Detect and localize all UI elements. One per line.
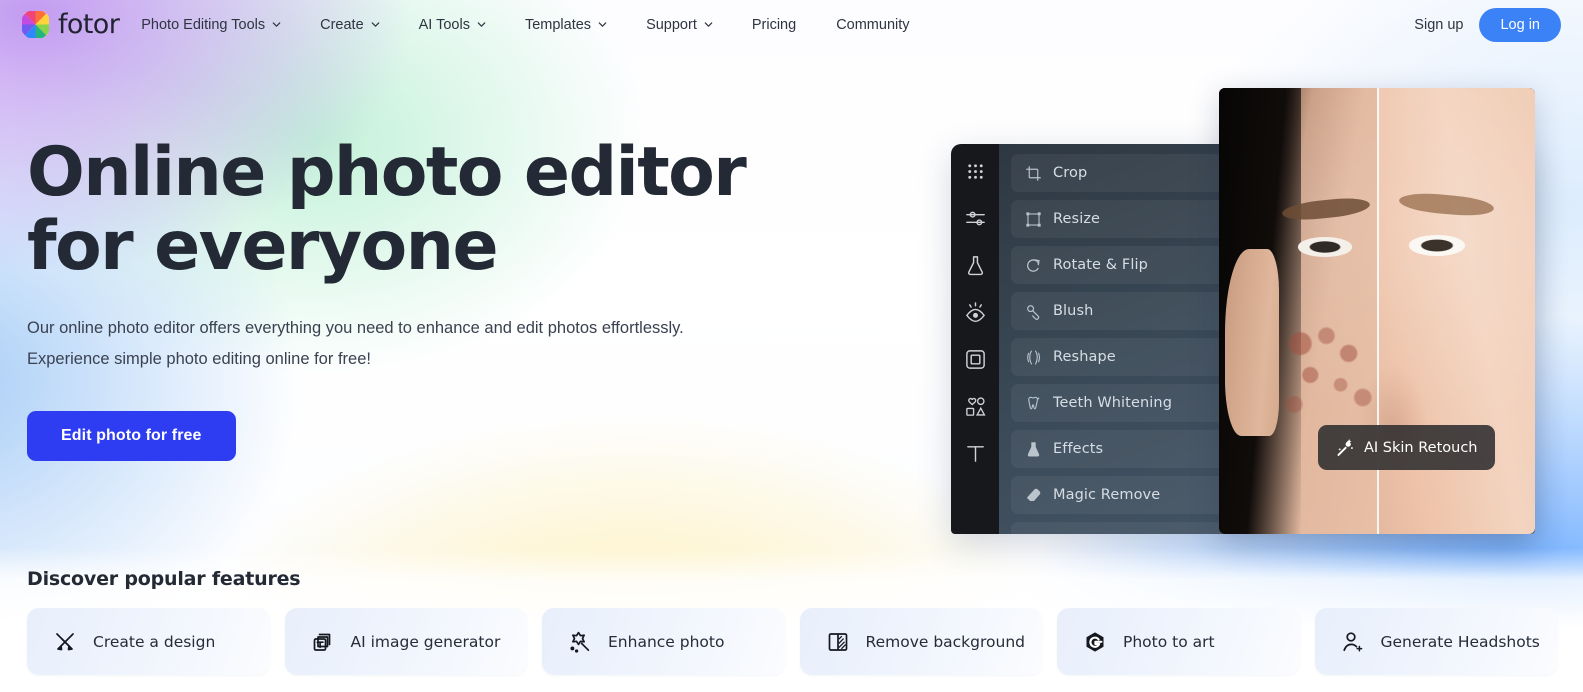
feature-label: Generate Headshots (1380, 632, 1540, 651)
feature-card-create-a-design[interactable]: Create a design (27, 608, 270, 675)
nav-item-ai-tools[interactable]: AI Tools (399, 0, 505, 49)
nav-label: Templates (524, 16, 592, 33)
sparkle-wand-icon (568, 630, 592, 654)
sign-up-link[interactable]: Sign up (1414, 17, 1463, 33)
page-root: fotor Photo Editing Tools Create AI Tool… (0, 0, 1583, 692)
bg-remove-icon (826, 630, 850, 654)
feature-label: Photo to art (1123, 632, 1215, 651)
eraser-icon (1025, 487, 1042, 504)
rotate-icon (1025, 257, 1042, 274)
photo-eye-left (1298, 237, 1352, 258)
pencil-ruler-icon (53, 630, 77, 654)
magic-wand-icon (1335, 438, 1354, 457)
feature-card-enhance-photo[interactable]: Enhance photo (542, 608, 785, 675)
dot-grid-icon[interactable] (964, 160, 987, 183)
brand-logo[interactable]: fotor (22, 9, 120, 40)
eye-icon[interactable] (964, 301, 987, 324)
tool-label: Rotate & Flip (1053, 257, 1148, 273)
chevron-down-icon (476, 19, 486, 28)
brand-name: fotor (58, 9, 120, 40)
nav-label: AI Tools (418, 16, 470, 33)
nav-label: Create (320, 16, 364, 33)
image-stack-icon (311, 630, 335, 654)
popular-features-section: Discover popular features Create a desig… (27, 568, 1557, 675)
tool-label: Blush (1053, 303, 1094, 319)
ai-skin-retouch-label: AI Skin Retouch (1364, 439, 1478, 456)
nav-item-create[interactable]: Create (300, 0, 399, 49)
effects-icon (1025, 441, 1042, 458)
nav-item-photo-editing-tools[interactable]: Photo Editing Tools (141, 0, 300, 49)
hero-section: Online photo editor for everyone Our onl… (27, 136, 787, 461)
shapes-icon[interactable] (964, 395, 987, 418)
feature-label: AI image generator (350, 632, 501, 651)
blush-icon (1025, 303, 1042, 320)
nav-label: Community (836, 16, 910, 33)
person-plus-icon (1341, 630, 1365, 654)
nav-label: Support (646, 16, 697, 33)
crop-icon (1025, 165, 1042, 182)
resize-icon (1025, 211, 1042, 228)
features-heading: Discover popular features (27, 568, 301, 590)
top-navigation-bar: fotor Photo Editing Tools Create AI Tool… (0, 0, 1583, 49)
feature-card-ai-image-generator[interactable]: AI image generator (284, 608, 527, 675)
hero-subtitle-line-2: Experience simple photo editing online f… (27, 350, 371, 368)
feature-label: Remove background (865, 632, 1026, 651)
log-in-button[interactable]: Log in (1479, 7, 1561, 42)
text-icon[interactable] (964, 442, 987, 465)
nav-item-community[interactable]: Community (816, 0, 929, 49)
reshape-icon (1025, 349, 1042, 366)
feature-label: Enhance photo (608, 632, 725, 651)
page-title: Online photo editor for everyone (27, 133, 747, 286)
tool-label: Teeth Whitening (1053, 395, 1172, 411)
photo-eye-right (1408, 235, 1466, 256)
chevron-down-icon (370, 19, 379, 28)
frame-icon[interactable] (964, 348, 987, 371)
tool-label: Reshape (1053, 349, 1116, 365)
chevron-down-icon (703, 19, 713, 28)
tool-label: Crop (1053, 165, 1088, 181)
sliders-icon[interactable] (964, 207, 987, 230)
tool-label: Resize (1053, 211, 1101, 227)
nav-label: Pricing (751, 16, 797, 33)
feature-card-generate-headshots[interactable]: Generate Headshots (1314, 608, 1557, 675)
flask-icon[interactable] (964, 254, 987, 277)
tooth-icon (1025, 395, 1042, 412)
feature-card-remove-background[interactable]: Remove background (799, 608, 1042, 675)
nav-item-support[interactable]: Support (626, 0, 732, 49)
tool-label: Magic Remove (1053, 487, 1161, 503)
photo-hand (1225, 248, 1280, 436)
ai-skin-retouch-badge[interactable]: AI Skin Retouch (1318, 425, 1495, 470)
feature-card-photo-to-art[interactable]: Photo to art (1057, 608, 1300, 675)
nav-label: Photo Editing Tools (141, 16, 266, 33)
color-wheel-icon (22, 11, 49, 38)
edit-photo-for-free-button[interactable]: Edit photo for free (27, 411, 236, 461)
features-row: Create a design AI image generator Enhan… (27, 608, 1557, 675)
feature-label: Create a design (93, 632, 216, 651)
nav-item-pricing[interactable]: Pricing (732, 0, 816, 49)
nav-links: Photo Editing Tools Create AI Tools Temp… (141, 0, 929, 49)
hero-subtitle: Our online photo editor offers everythin… (27, 313, 787, 375)
hero-subtitle-line-1: Our online photo editor offers everythin… (27, 319, 684, 337)
nav-account-actions: Sign up Log in (1414, 7, 1561, 42)
nav-item-templates[interactable]: Templates (505, 0, 626, 49)
chevron-down-icon (597, 19, 607, 28)
hexagon-g-icon (1083, 630, 1107, 654)
chevron-down-icon (271, 19, 281, 28)
tool-label: Effects (1053, 441, 1104, 457)
editor-tool-rail (951, 144, 999, 534)
